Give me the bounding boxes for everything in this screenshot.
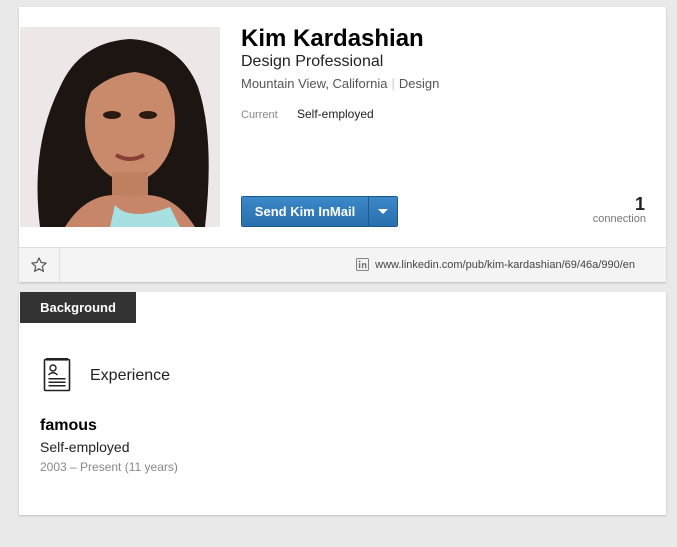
current-label: Current: [241, 109, 278, 121]
profile-industry[interactable]: Design: [399, 76, 439, 91]
experience-heading: Experience: [90, 367, 171, 384]
chevron-down-icon: [378, 209, 388, 214]
profile-name: Kim Kardashian: [241, 25, 424, 52]
inmail-dropdown-button[interactable]: [368, 197, 397, 226]
send-inmail-button-group: Send Kim InMail: [241, 196, 398, 227]
public-url-text[interactable]: www.linkedin.com/pub/kim-kardashian/69/4…: [375, 259, 635, 271]
send-inmail-button[interactable]: Send Kim InMail: [242, 197, 368, 226]
profile-headline: Design Professional: [241, 53, 384, 70]
profile-card: Kim Kardashian Design Professional Mount…: [19, 7, 666, 282]
follow-star-button[interactable]: [19, 248, 60, 282]
connection-label: connection: [592, 213, 646, 225]
location-row: Mountain View, California | Design: [241, 76, 439, 91]
connection-count: 1: [634, 194, 645, 214]
background-tab[interactable]: Background: [20, 292, 136, 323]
star-icon: [31, 257, 47, 272]
profile-photo: [20, 27, 220, 227]
current-position-row: Current Self-employed: [241, 105, 374, 123]
public-profile-url[interactable]: www.linkedin.com/pub/kim-kardashian/69/4…: [356, 258, 635, 271]
resume-icon: [43, 358, 71, 392]
job-title: famous: [40, 417, 97, 434]
separator: |: [391, 76, 395, 91]
background-card: Background Experience famous Self-employ…: [19, 292, 666, 515]
linkedin-icon: [356, 258, 370, 271]
profile-action-strip: www.linkedin.com/pub/kim-kardashian/69/4…: [19, 247, 666, 282]
job-company[interactable]: Self-employed: [40, 439, 130, 455]
profile-location[interactable]: Mountain View, California: [241, 76, 387, 91]
current-value[interactable]: Self-employed: [297, 107, 374, 121]
job-dates: 2003 – Present (11 years): [40, 460, 178, 474]
